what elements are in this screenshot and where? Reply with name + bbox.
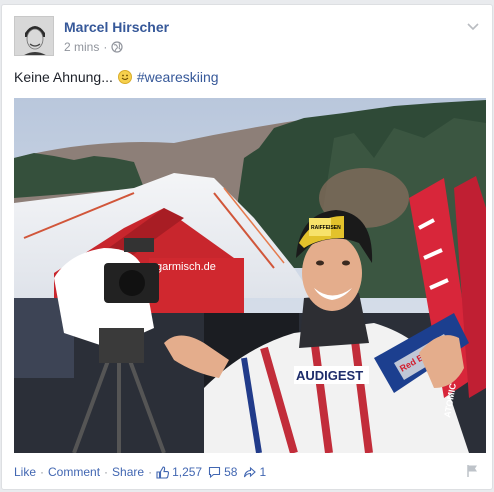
hashtag-link[interactable]: #weareskiing bbox=[137, 69, 219, 85]
flag-icon[interactable] bbox=[466, 464, 480, 478]
author-avatar[interactable] bbox=[14, 16, 54, 56]
comments-count-value: 58 bbox=[224, 465, 238, 479]
globe-icon[interactable] bbox=[111, 41, 123, 53]
share-link[interactable]: Share bbox=[112, 465, 144, 479]
banner-text: garmisch.de bbox=[156, 261, 216, 273]
post-meta: 2 mins · bbox=[64, 40, 123, 54]
comment-link[interactable]: Comment bbox=[48, 465, 100, 479]
post-message: Keine Ahnung... bbox=[14, 69, 113, 85]
author-name[interactable]: Marcel Hirscher bbox=[64, 19, 169, 35]
like-link[interactable]: Like bbox=[14, 465, 36, 479]
helmet-brand: RAIFFEISEN bbox=[311, 225, 341, 231]
comment-bubble-icon bbox=[209, 466, 221, 478]
post-text: Keine Ahnung... #weareskiing bbox=[14, 69, 219, 85]
post-actions: Like · Comment · Share · 1,257 58 1 bbox=[14, 463, 480, 481]
post-card: Marcel Hirscher 2 mins · Keine Ahnung...… bbox=[1, 4, 493, 490]
post-photo[interactable]: garmisch.de AUDIGEST RAIFFEISEN ATOMIC R… bbox=[14, 98, 486, 453]
comments-count[interactable]: 58 bbox=[208, 465, 237, 479]
likes-count-value: 1,257 bbox=[172, 465, 203, 479]
post-header: Marcel Hirscher 2 mins · bbox=[14, 16, 480, 60]
chevron-down-icon[interactable] bbox=[466, 19, 480, 33]
post-timestamp[interactable]: 2 mins bbox=[64, 40, 99, 54]
smile-emoji-icon bbox=[117, 70, 132, 84]
thumbs-up-icon bbox=[156, 465, 170, 479]
shares-count[interactable]: 1 bbox=[243, 465, 266, 479]
jersey-text: AUDIGEST bbox=[296, 368, 363, 383]
share-arrow-icon bbox=[244, 466, 257, 477]
likes-count[interactable]: 1,257 bbox=[156, 465, 202, 479]
shares-count-value: 1 bbox=[259, 465, 267, 479]
